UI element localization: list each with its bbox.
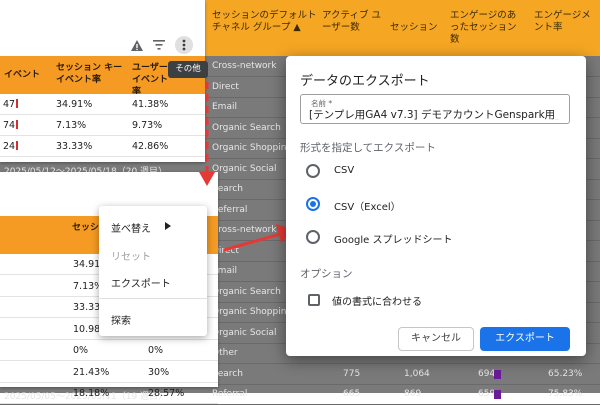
row-channel: Organic Shopping: [212, 307, 293, 317]
radio-google-sheets-label[interactable]: Google スプレッドシート: [334, 231, 452, 246]
row-col2: 7.13%: [56, 120, 87, 131]
report-card-screenshot-2: セッション キーイベント 34.917.13%33.3310.980%0%21.…: [0, 172, 218, 404]
export-button[interactable]: エクスポート: [480, 327, 570, 351]
dialog-title: データのエクスポート: [300, 74, 430, 89]
row-prefix-value: 47: [3, 99, 16, 110]
header-sessions[interactable]: セッション: [390, 22, 440, 34]
header-events[interactable]: イベント: [4, 69, 40, 81]
header-active-users[interactable]: アクティブ ユーザー数: [322, 10, 382, 34]
radio-google-sheets[interactable]: [306, 230, 320, 244]
menu-item-export[interactable]: エクスポート: [111, 275, 171, 290]
row-sessions: 869: [404, 389, 422, 399]
row-channel: Direct: [212, 81, 239, 92]
row-channel: Cross-network: [212, 225, 277, 235]
row-engagement-rate: 65.23%: [548, 368, 583, 379]
radio-csv-excel[interactable]: [306, 197, 320, 211]
row-channel: Email: [212, 102, 237, 112]
more-tooltip: その他: [168, 61, 208, 78]
row-value-2: 30%: [148, 366, 170, 378]
menu-item-sort[interactable]: 並べ替え: [111, 220, 151, 235]
chevron-right-icon: [165, 222, 171, 230]
row-col2: 33.33%: [56, 141, 93, 152]
export-dialog: データのエクスポート 名前 * 形式を指定してエクスポート CSV CSV（Ex…: [286, 56, 586, 356]
table-row: 47 34.91% 41.38%: [0, 94, 205, 115]
row-channel: Organic Search: [212, 122, 281, 133]
menu-divider: [99, 298, 207, 299]
radio-csv-label[interactable]: CSV: [334, 165, 354, 176]
row-value: 34.91: [73, 259, 101, 270]
table-row: 21.43% 30%: [0, 362, 218, 383]
row-prefix-value: 24: [3, 141, 16, 152]
header-engagement-rate[interactable]: エンゲージメント率: [534, 10, 594, 34]
row-channel: Organic Social: [212, 327, 277, 338]
row-channel: Organic Shopping: [212, 143, 293, 153]
match-format-label[interactable]: 値の書式に合わせる: [332, 293, 422, 308]
row-channel: Cross-network: [212, 61, 277, 71]
row-channel: Organic Search: [212, 286, 281, 297]
row-engaged-bar: [494, 369, 501, 379]
table-row: 18.18% 28.57%: [0, 383, 218, 404]
cancel-button[interactable]: キャンセル: [398, 327, 474, 351]
report-card-screenshot-1: イベント セッション キーイベント率 ユーザーイベント率 その他 47 34.9…: [0, 0, 208, 162]
more-options-menu: 並べ替え リセット エクスポート 探索: [99, 206, 207, 336]
format-section-label: 形式を指定してエクスポート: [300, 142, 436, 154]
row-value: 21.43%: [73, 366, 110, 378]
name-input[interactable]: [309, 108, 559, 120]
row-value: 10.98: [73, 323, 101, 335]
row-prefix: 24: [3, 141, 19, 152]
radio-csv-excel-label[interactable]: CSV（Excel）: [334, 198, 401, 213]
table-row: 24 33.33% 42.86%: [0, 136, 205, 157]
more-vert-icon: [182, 39, 186, 51]
header-channel-group[interactable]: セッションのデフォルト チャネル グループ ▲: [212, 10, 322, 34]
row-engaged-bar: [494, 390, 501, 399]
row-col2: 34.91%: [56, 99, 93, 110]
menu-item-reset[interactable]: リセット: [111, 248, 151, 263]
warning-icon[interactable]: [131, 39, 143, 51]
row-channel: Organic Social: [212, 163, 277, 174]
menu-item-explore[interactable]: 探索: [111, 312, 131, 327]
row-value-2: 0%: [148, 345, 164, 356]
header-session-key-event-rate[interactable]: セッション キーイベント率: [56, 62, 124, 86]
row-users: 775: [343, 368, 361, 379]
table-row: 74 7.13% 9.73%: [0, 115, 205, 136]
row-col3: 41.38%: [132, 99, 169, 110]
row-engaged-sessions: 659: [478, 389, 496, 399]
more-options-button[interactable]: [175, 36, 193, 54]
row-prefix: 47: [3, 99, 19, 110]
card-toolbar: [131, 36, 193, 54]
radio-csv[interactable]: [306, 164, 320, 178]
row-col3: 9.73%: [132, 120, 163, 131]
row-engaged-sessions: 694: [478, 368, 496, 379]
filter-icon[interactable]: [153, 40, 165, 50]
name-field[interactable]: 名前 *: [300, 94, 570, 124]
row-engagement-rate: 75.83%: [548, 389, 583, 399]
row-value-2: 28.57%: [148, 388, 185, 399]
row-users: 665: [343, 389, 361, 399]
options-section-label: オプション: [300, 268, 353, 280]
row-prefix-value: 74: [3, 120, 16, 131]
row-value: 18.18%: [73, 388, 110, 399]
match-format-checkbox[interactable]: [308, 294, 320, 306]
row-sessions: 1,064: [404, 368, 430, 379]
table-row: 0% 0%: [0, 340, 218, 361]
header-engaged-sessions[interactable]: エンゲージのあったセッション数: [450, 10, 520, 46]
row-prefix: 74: [3, 120, 19, 131]
row-value: 33.33: [73, 302, 101, 313]
row-value: 0%: [73, 345, 89, 356]
row-col3: 42.86%: [132, 141, 169, 152]
